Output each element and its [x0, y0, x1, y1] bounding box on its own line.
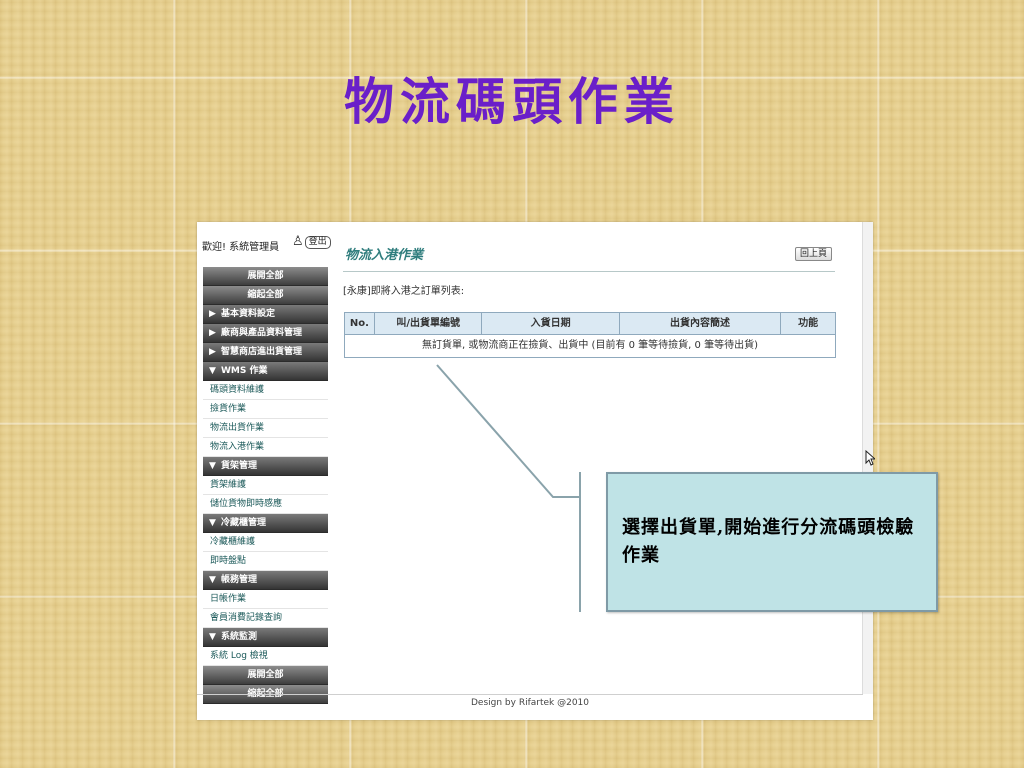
menu-item[interactable]: 物流入港作業 — [203, 438, 328, 457]
menu-collapse-all[interactable]: 縮起全部 — [203, 286, 328, 305]
sidebar-menu: 展開全部 縮起全部 ▶ 基本資料設定 ▶ 廠商與產品資料管理 ▶ 智慧商店進出貨管理 ▼ WMS … — [203, 267, 328, 704]
menu-expand-all-bottom[interactable]: 展開全部 — [203, 666, 328, 685]
menu-section-4[interactable]: ▼ 貨架管理 — [203, 457, 328, 476]
triangle-right-icon: ▶ — [209, 309, 216, 319]
menu-item[interactable]: 碼頭資料維護 — [203, 381, 328, 400]
person-door-icon: ♙ — [292, 234, 304, 249]
menu-item[interactable]: 系統 Log 檢視 — [203, 647, 328, 666]
menu-section-label: 帳務管理 — [221, 575, 258, 585]
mouse-pointer-icon — [865, 450, 875, 466]
col-no: No. — [345, 313, 375, 334]
welcome-text: 歡迎! 系統管理員 — [202, 242, 280, 253]
menu-item[interactable]: 貨架維護 — [203, 476, 328, 495]
menu-section-label: 貨架管理 — [221, 461, 258, 471]
menu-section-label: WMS 作業 — [221, 366, 268, 376]
menu-item[interactable]: 冷藏櫃維護 — [203, 533, 328, 552]
divider — [343, 271, 835, 272]
page-title: 物流入港作業 — [345, 248, 424, 263]
menu-section-3[interactable]: ▼ WMS 作業 — [203, 362, 328, 381]
menu-section-5[interactable]: ▼ 冷藏櫃管理 — [203, 514, 328, 533]
order-table: No. 叫/出貨單編號 入貨日期 出貨內容簡述 功能 無訂貨單, 或物流商正在撿… — [344, 312, 836, 358]
triangle-down-icon: ▼ — [209, 575, 216, 585]
triangle-down-icon: ▼ — [209, 518, 216, 528]
triangle-down-icon: ▼ — [209, 632, 216, 642]
listing-label: [永康]即將入港之訂單列表: — [343, 286, 465, 297]
menu-section-label: 廠商與產品資料管理 — [221, 328, 303, 338]
app-screenshot: 歡迎! 系統管理員 ♙ 登出 展開全部 縮起全部 ▶ 基本資料設定 ▶ 廠商與產品資料管理… — [197, 222, 873, 720]
menu-section-1[interactable]: ▶ 廠商與產品資料管理 — [203, 324, 328, 343]
logout-control[interactable]: ♙ 登出 — [292, 235, 331, 249]
col-order-number: 叫/出貨單編號 — [375, 313, 483, 334]
table-empty-row: 無訂貨單, 或物流商正在撿貨、出貨中 (目前有 0 筆等待撿貨, 0 筆等待出貨… — [422, 340, 758, 351]
triangle-right-icon: ▶ — [209, 347, 216, 357]
triangle-down-icon: ▼ — [209, 461, 216, 471]
menu-item[interactable]: 儲位貨物即時感應 — [203, 495, 328, 514]
triangle-right-icon: ▶ — [209, 328, 216, 338]
col-date: 入貨日期 — [482, 313, 620, 334]
menu-section-6[interactable]: ▼ 帳務管理 — [203, 571, 328, 590]
menu-expand-all[interactable]: 展開全部 — [203, 267, 328, 286]
menu-section-label: 冷藏櫃管理 — [221, 518, 267, 528]
menu-section-2[interactable]: ▶ 智慧商店進出貨管理 — [203, 343, 328, 362]
menu-section-7[interactable]: ▼ 系統監測 — [203, 628, 328, 647]
menu-section-0[interactable]: ▶ 基本資料設定 — [203, 305, 328, 324]
slide-title: 物流碼頭作業 — [344, 72, 680, 131]
menu-item[interactable]: 會員消費記錄查詢 — [203, 609, 328, 628]
table-header-row: No. 叫/出貨單編號 入貨日期 出貨內容簡述 功能 — [345, 313, 835, 335]
menu-item[interactable]: 即時盤點 — [203, 552, 328, 571]
col-content: 出貨內容簡述 — [620, 313, 782, 334]
menu-section-label: 基本資料設定 — [221, 309, 276, 319]
menu-item[interactable]: 日帳作業 — [203, 590, 328, 609]
menu-item[interactable]: 撿貨作業 — [203, 400, 328, 419]
menu-section-label: 智慧商店進出貨管理 — [221, 347, 303, 357]
menu-section-label: 系統監測 — [221, 632, 258, 642]
callout-box: 選擇出貨單,開始進行分流碼頭檢驗作業 — [606, 472, 938, 612]
footer-text: Design by Rifartek @2010 — [470, 698, 589, 708]
footer-divider — [197, 694, 863, 695]
back-button[interactable]: 回上頁 — [795, 247, 833, 261]
col-function: 功能 — [798, 318, 819, 329]
triangle-down-icon: ▼ — [209, 366, 216, 376]
logout-button[interactable]: 登出 — [304, 235, 331, 249]
menu-item[interactable]: 物流出貨作業 — [203, 419, 328, 438]
